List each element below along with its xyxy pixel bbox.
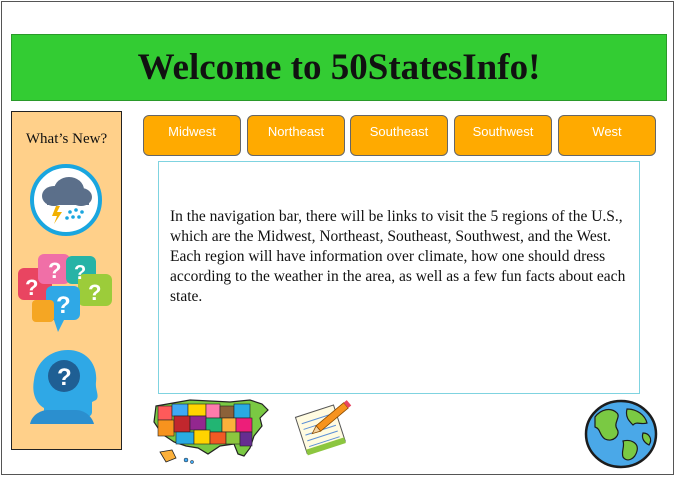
question-bubbles-icon[interactable]: ? ? ? ? ?: [18, 250, 114, 336]
globe-icon: [584, 399, 658, 469]
header-banner: Welcome to 50StatesInfo!: [11, 34, 667, 101]
nav-button-midwest[interactable]: Midwest: [143, 115, 241, 156]
svg-text:?: ?: [48, 258, 61, 283]
svg-text:?: ?: [88, 280, 101, 305]
weather-icon[interactable]: [29, 162, 103, 238]
us-map-icon: [153, 399, 269, 464]
sidebar-title: What’s New?: [25, 131, 108, 147]
content-panel: In the navigation bar, there will be lin…: [158, 161, 640, 394]
svg-text:?: ?: [57, 364, 72, 391]
svg-text:?: ?: [74, 262, 86, 284]
page-title: Welcome to 50StatesInfo!: [137, 47, 541, 88]
intro-description: In the navigation bar, there will be lin…: [170, 208, 626, 305]
svg-text:?: ?: [25, 275, 38, 300]
nav-button-southeast[interactable]: Southeast: [350, 115, 448, 156]
whats-new-sidebar: What’s New? ? ? ? ? ? ?: [11, 111, 122, 450]
notepad-pencil-icon: [294, 400, 352, 456]
svg-text:?: ?: [56, 292, 71, 319]
thinking-head-icon[interactable]: ?: [26, 346, 102, 426]
nav-button-northeast[interactable]: Northeast: [247, 115, 345, 156]
nav-button-west[interactable]: West: [558, 115, 656, 156]
nav-button-southwest[interactable]: Southwest: [454, 115, 552, 156]
